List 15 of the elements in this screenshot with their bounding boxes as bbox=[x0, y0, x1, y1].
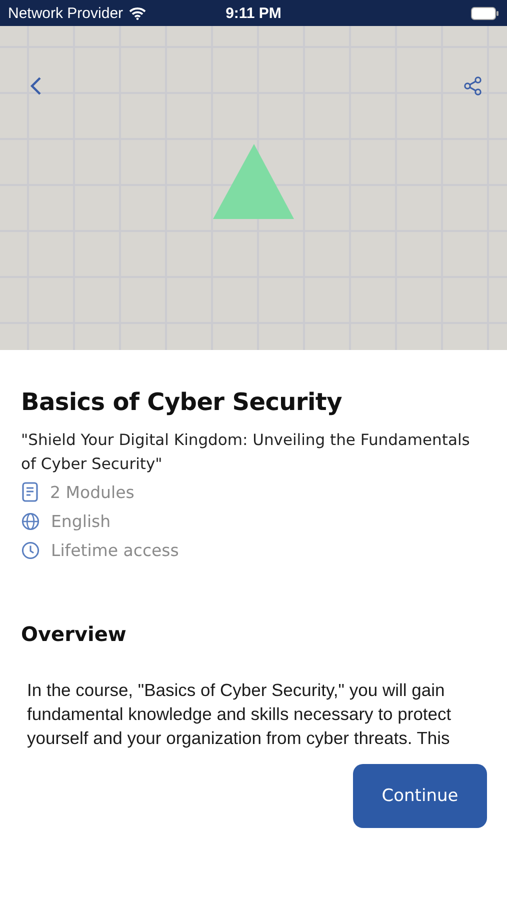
overview-heading: Overview bbox=[21, 622, 128, 646]
course-tagline: "Shield Your Digital Kingdom: Unveiling the Fundamentals of Cyber Security" bbox=[21, 430, 471, 475]
course-title: Basics of Cyber Security bbox=[21, 388, 343, 416]
overview-text: In the course, "Basics of Cyber Security," you will gain fundamental knowledge and skills necessary to protect yourself and your organization from cyber threats. This bbox=[27, 679, 452, 750]
course-detail: 2 Modules bbox=[50, 482, 134, 502]
document-icon bbox=[21, 482, 39, 502]
status-time: 9:11 PM bbox=[226, 4, 282, 22]
clock-icon bbox=[21, 541, 40, 560]
battery-icon bbox=[471, 6, 499, 20]
globe-icon bbox=[21, 512, 40, 531]
carrier-name: Network Provider bbox=[8, 4, 124, 22]
wifi-icon bbox=[129, 6, 146, 20]
continue-button[interactable]: Continue bbox=[353, 764, 487, 828]
course-detail: Lifetime access bbox=[51, 541, 179, 560]
course-detail: English bbox=[51, 512, 111, 531]
